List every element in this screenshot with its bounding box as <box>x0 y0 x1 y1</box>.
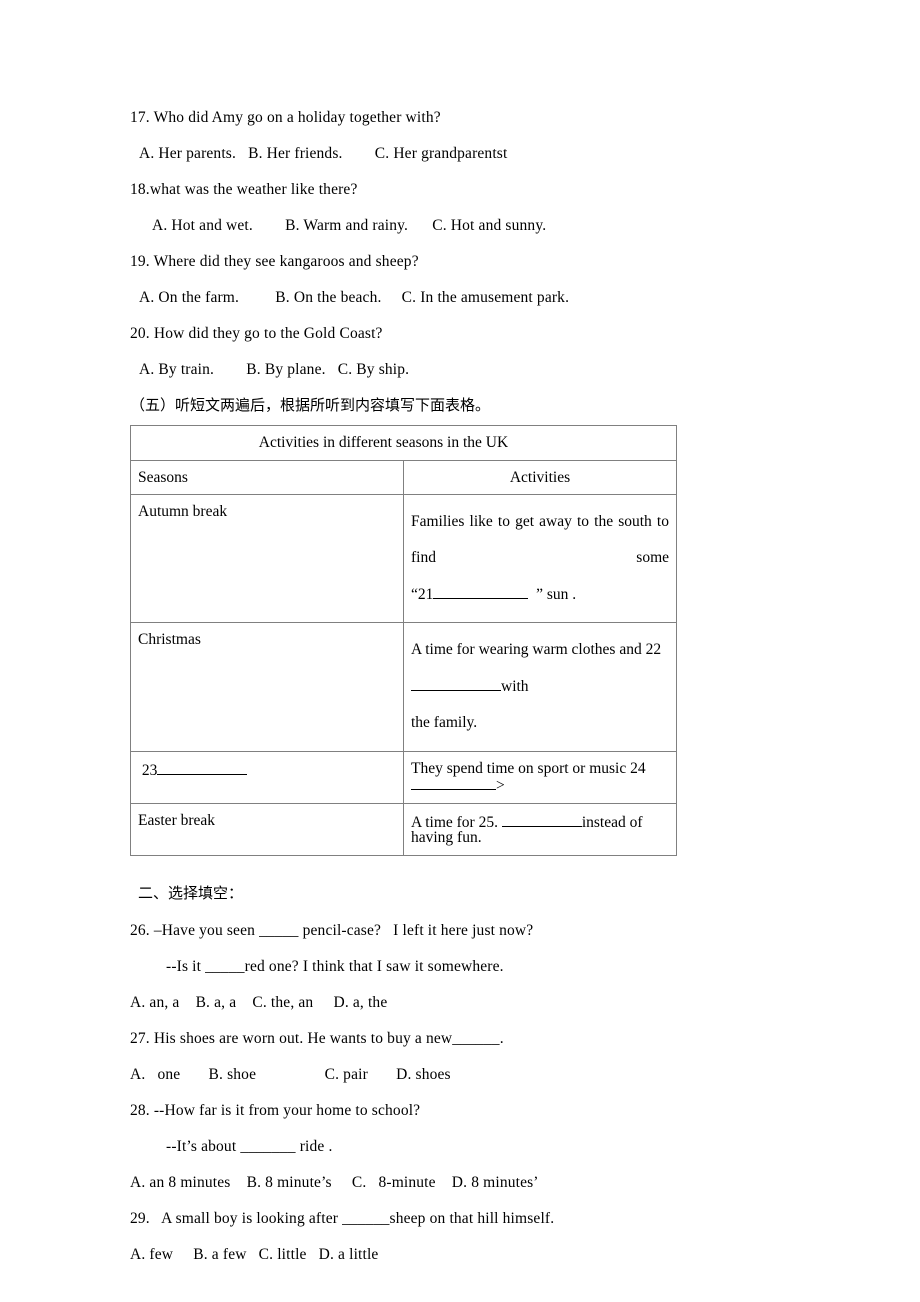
cell-activity-blank24: They spend time on sport or music 24> <box>403 750 677 804</box>
section-two-heading: 二、选择填空： <box>138 883 244 902</box>
seasons-activities-table: Activities in different seasons in the U… <box>130 425 677 856</box>
question-19-stem: 19. Where did they see kangaroos and she… <box>130 253 419 270</box>
cell-activity-autumn: Families like to get away to the south t… <box>403 493 677 624</box>
question-19-options: A. On the farm. B. On the beach. C. In t… <box>139 289 570 306</box>
autumn-blank-prefix: “21 <box>411 585 434 603</box>
blank-25[interactable] <box>501 813 582 827</box>
table-row: Christmas A time for wearing warm clothe… <box>130 622 677 752</box>
question-18-options: A. Hot and wet. B. Warm and rainy. C. Ho… <box>152 217 547 234</box>
activity24-prefix: They spend time on sport or music 24 <box>411 759 646 777</box>
question-18-stem: 18.what was the weather like there? <box>130 181 358 198</box>
question-28-stem-line1: 28. --How far is it from your home to sc… <box>130 1101 421 1119</box>
question-26-stem-line2: --Is it _____red one? I think that I saw… <box>166 957 504 975</box>
autumn-activity-line1: Families like to get away to the south t… <box>411 513 669 567</box>
cell-activity-christmas: A time for wearing warm clothes and 22 wi… <box>403 622 677 752</box>
document-page: 17. Who did Amy go on a holiday together… <box>0 0 920 1302</box>
cell-season-christmas: Christmas <box>130 622 404 752</box>
activity25-prefix: A time for 25. <box>411 813 502 831</box>
cell-season-autumn: Autumn break <box>130 493 404 624</box>
table-header-row: Seasons Activities <box>130 459 677 495</box>
question-29-options: A. few B. a few C. little D. a little <box>130 1245 379 1263</box>
question-28-stem-line2: --It’s about _______ ride . <box>166 1137 333 1155</box>
question-27-options: A. one B. shoe C. pair D. shoes <box>130 1065 451 1083</box>
question-29-stem: 29. A small boy is looking after ______s… <box>130 1209 555 1227</box>
table-title-cell: Activities in different seasons in the U… <box>130 425 677 461</box>
table-row: Autumn break Families like to get away t… <box>130 493 677 624</box>
question-26-options: A. an, a B. a, a C. the, an D. a, the <box>130 993 388 1011</box>
activity24-suffix: > <box>496 777 505 795</box>
blank-23[interactable] <box>157 761 248 775</box>
question-20-stem: 20. How did they go to the Gold Coast? <box>130 325 383 342</box>
season-blank-prefix: 23 <box>141 761 158 779</box>
question-26-stem-line1: 26. –Have you seen _____ pencil-case? I … <box>130 921 534 939</box>
question-28-options: A. an 8 minutes B. 8 minute’s C. 8-minut… <box>130 1173 539 1191</box>
table-row: 23 They spend time on sport or music 24> <box>130 750 677 804</box>
cell-season-blank23: 23 <box>130 750 404 804</box>
cell-activity-easter: A time for 25. instead of having fun. <box>403 802 677 856</box>
christmas-blank-suffix: with <box>501 677 529 695</box>
christmas-activity-line1: A time for wearing warm clothes and 22 wi… <box>411 632 669 705</box>
table-title-row: Activities in different seasons in the U… <box>130 425 677 461</box>
autumn-blank-suffix: ” sun . <box>536 585 577 603</box>
header-seasons: Seasons <box>130 459 404 495</box>
question-17-stem: 17. Who did Amy go on a holiday together… <box>130 109 441 126</box>
cell-season-easter: Easter break <box>130 802 404 856</box>
question-27-stem: 27. His shoes are worn out. He wants to … <box>130 1029 504 1047</box>
autumn-activity-line2: “21 ” sun . <box>411 577 669 613</box>
header-activities: Activities <box>403 459 677 495</box>
question-20-options: A. By train. B. By plane. C. By ship. <box>139 361 410 378</box>
blank-24[interactable] <box>411 776 496 791</box>
question-17-options: A. Her parents. B. Her friends. C. Her g… <box>139 145 508 162</box>
christmas-blank-prefix: A time for wearing warm clothes and 22 <box>411 641 662 659</box>
blank-22[interactable] <box>411 677 501 691</box>
christmas-activity-line2: the family. <box>411 714 478 732</box>
blank-21[interactable] <box>433 585 529 599</box>
table-row: Easter break A time for 25. instead of h… <box>130 802 677 856</box>
part-five-instruction: （五）听短文两遍后，根据所听到内容填写下面表格。 <box>130 396 491 414</box>
page-content: 17. Who did Amy go on a holiday together… <box>130 110 790 1283</box>
table-title: Activities in different seasons in the U… <box>258 434 509 451</box>
